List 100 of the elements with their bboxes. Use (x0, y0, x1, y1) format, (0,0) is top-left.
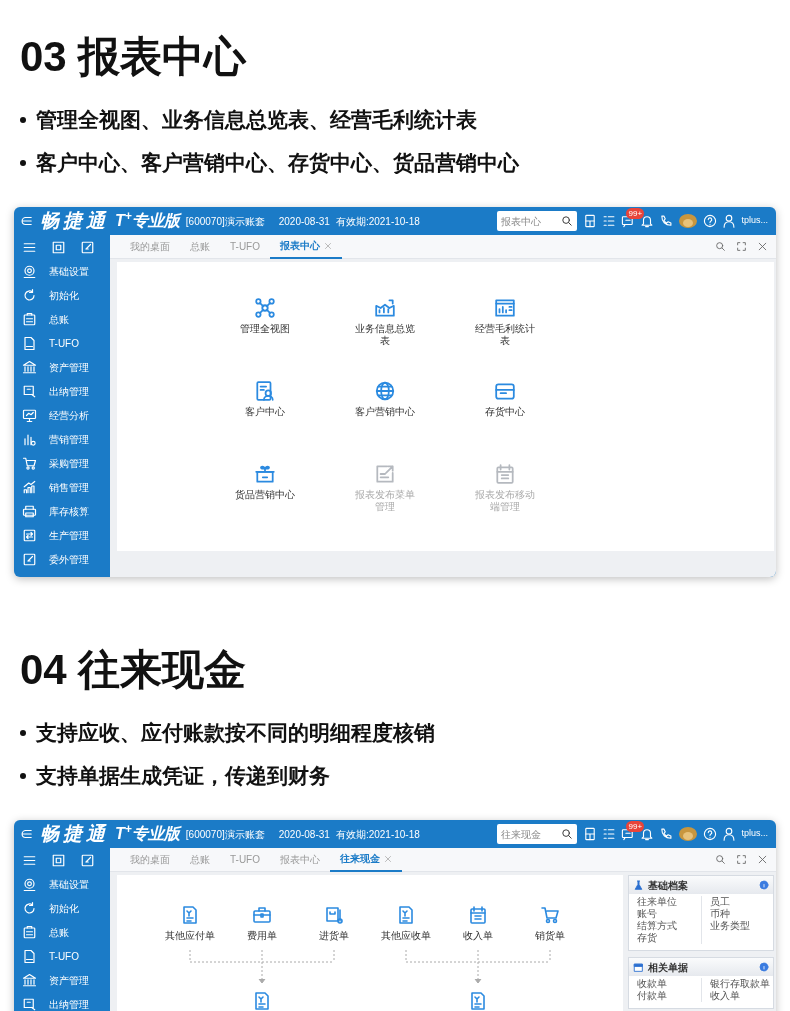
validity-label: 有效期:2021-10-18 (335, 214, 420, 229)
calculator-icon[interactable] (583, 214, 598, 228)
sidebar-item[interactable]: 基础设置 (14, 259, 110, 283)
search-icon[interactable] (715, 854, 726, 865)
document-node[interactable]: 收入单 (442, 905, 514, 942)
panel-link[interactable]: 存货 (637, 932, 701, 944)
back-icon[interactable] (20, 827, 34, 841)
user-icon[interactable] (722, 214, 737, 228)
sidebar-item[interactable]: 出纳管理 (14, 379, 110, 403)
checklist-icon[interactable] (602, 214, 617, 228)
panel-link[interactable]: 收入单 (709, 990, 773, 1002)
search-field[interactable]: 报表中心 (497, 211, 578, 231)
report-tile[interactable]: 存货中心 (445, 380, 565, 463)
webcam-icon (22, 876, 37, 892)
sidebar-item[interactable]: 营销管理 (14, 427, 110, 451)
sidebar-item[interactable]: 库存核算 (14, 499, 110, 523)
panel-link[interactable]: 收款单 (637, 978, 701, 990)
panel-link[interactable]: 银行存取款单 (709, 978, 773, 990)
brand-logo: 畅捷通 (40, 208, 109, 233)
box-icon (252, 905, 272, 925)
search-field[interactable]: 往来现金 (497, 824, 578, 844)
window-icon[interactable] (51, 239, 66, 255)
sidebar-item[interactable]: T-UFO (14, 944, 110, 968)
report-tile[interactable]: 货品营销中心 (205, 463, 325, 546)
calendar-icon (468, 905, 488, 925)
sidebar-item[interactable]: 总账 (14, 307, 110, 331)
mascot-icon[interactable] (678, 213, 699, 229)
panel-title: 基础档案 (648, 878, 688, 893)
mascot-icon[interactable] (678, 826, 699, 842)
sidebar-item[interactable]: 初始化 (14, 283, 110, 307)
panel-link[interactable]: 付款单 (637, 990, 701, 1002)
phone-icon[interactable] (659, 827, 674, 841)
back-icon[interactable] (20, 214, 34, 228)
sidebar-item[interactable]: 初始化 (14, 896, 110, 920)
sidebar-item[interactable]: 经营分析 (14, 403, 110, 427)
document-node[interactable]: 其他应付单 (154, 905, 226, 942)
bell-icon[interactable] (640, 827, 655, 841)
close-icon[interactable] (757, 241, 768, 252)
help-icon[interactable] (703, 214, 718, 228)
user-icon[interactable] (722, 827, 737, 841)
sidebar-item[interactable]: 生产管理 (14, 523, 110, 547)
panel-link[interactable]: 业务类型 (709, 920, 773, 932)
report-tile[interactable]: 经营毛利统计表 (445, 297, 565, 380)
chart-icon (22, 479, 37, 495)
panel-link[interactable]: 结算方式 (637, 920, 701, 932)
report-tile[interactable]: 客户中心 (205, 380, 325, 463)
edit-icon[interactable] (80, 852, 95, 868)
sidebar-item[interactable]: 委外管理 (14, 547, 110, 571)
info-icon[interactable] (759, 880, 769, 890)
panel-link[interactable]: 员工 (709, 896, 773, 908)
network-icon (254, 297, 276, 319)
sidebar-item[interactable]: 采购管理 (14, 451, 110, 475)
panel-link[interactable]: 币种 (709, 908, 773, 920)
sidebar-item[interactable]: 出纳管理 (14, 992, 110, 1011)
sidebar-item[interactable]: 基础设置 (14, 872, 110, 896)
panel-link[interactable]: 往来单位 (637, 896, 701, 908)
document-node[interactable]: 销货单 (514, 905, 586, 942)
invoice-icon (252, 990, 272, 1011)
printer-icon (22, 503, 37, 519)
expand-icon[interactable] (736, 241, 747, 252)
expand-icon[interactable] (736, 854, 747, 865)
message-icon[interactable] (621, 214, 636, 228)
document-node[interactable]: 费用单 (226, 905, 298, 942)
window-icon[interactable] (51, 852, 66, 868)
info-icon[interactable] (759, 962, 769, 972)
tab[interactable]: T-UFO (220, 847, 270, 872)
sidebar-item[interactable]: T-UFO (14, 331, 110, 355)
tab[interactable]: T-UFO (220, 234, 270, 259)
webcam-icon (22, 263, 37, 279)
edit-icon[interactable] (80, 239, 95, 255)
tab[interactable]: 报表中心 (270, 847, 330, 872)
tab[interactable]: 总账 (180, 847, 220, 872)
report-tile[interactable]: 管理全视图 (205, 297, 325, 380)
search-icon[interactable] (715, 241, 726, 252)
report-tile[interactable]: 业务信息总览表 (325, 297, 445, 380)
tab[interactable]: 报表中心 (270, 234, 342, 259)
user-name[interactable]: tplus... (741, 827, 768, 841)
document-node[interactable]: 进货单 (298, 905, 370, 942)
section-heading: 03 报表中心 (20, 36, 248, 78)
close-icon[interactable] (757, 854, 768, 865)
phone-icon[interactable] (659, 214, 674, 228)
panel-link[interactable]: 账号 (637, 908, 701, 920)
sidebar-item[interactable]: 销售管理 (14, 475, 110, 499)
sidebar-item[interactable]: 资产管理 (14, 968, 110, 992)
document-node[interactable]: 其他应收单 (370, 905, 442, 942)
tab[interactable]: 我的桌面 (120, 234, 180, 259)
message-icon[interactable] (621, 827, 636, 841)
sidebar-item[interactable]: 资产管理 (14, 355, 110, 379)
tab[interactable]: 往来现金 (330, 847, 402, 872)
bell-icon[interactable] (640, 214, 655, 228)
brand-logo: 畅捷通 (40, 821, 109, 846)
sidebar-item[interactable]: 总账 (14, 920, 110, 944)
gift-icon (254, 463, 276, 485)
tab[interactable]: 总账 (180, 234, 220, 259)
tab[interactable]: 我的桌面 (120, 847, 180, 872)
checklist-icon[interactable] (602, 827, 617, 841)
user-name[interactable]: tplus... (741, 214, 768, 228)
help-icon[interactable] (703, 827, 718, 841)
calculator-icon[interactable] (583, 827, 598, 841)
report-tile[interactable]: 客户营销中心 (325, 380, 445, 463)
